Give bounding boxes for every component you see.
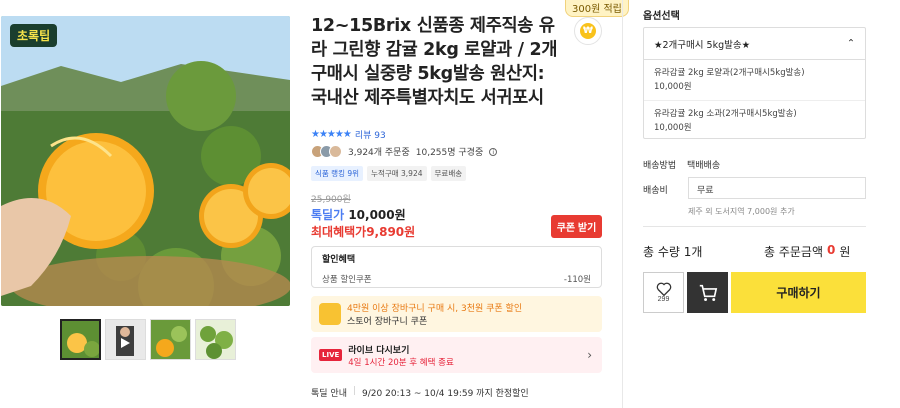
deal-notice-label: 톡딜 안내 xyxy=(311,389,347,399)
deal-notice-period: 9/20 20:13 ~ 10/4 19:59 까지 한정할인 xyxy=(362,389,529,399)
discount-box: 할인혜택 상품 할인쿠폰 -110원 xyxy=(311,246,602,288)
heart-icon xyxy=(656,282,671,296)
discount-heading: 할인혜택 xyxy=(322,255,356,265)
original-price: 25,900원 xyxy=(311,195,351,205)
max-benefit-value: 9,890원 xyxy=(366,225,416,239)
chips-row: 식품 랭킹 9위 누적구매 3,924 무료배송 xyxy=(311,166,467,181)
total-price-unit: 원 xyxy=(839,245,851,259)
total-price: 총 주문금액 0 원 xyxy=(764,243,850,260)
cart-promo-sub: 스토어 장바구니 쿠폰 xyxy=(347,317,428,327)
coupon-icon xyxy=(319,303,341,325)
panel-divider xyxy=(622,0,623,408)
get-coupon-button[interactable]: 쿠폰 받기 xyxy=(551,215,602,238)
total-price-value: 0 xyxy=(827,243,836,257)
total-quantity: 총 수량 1개 xyxy=(643,243,702,260)
info-icon[interactable]: i xyxy=(489,147,498,156)
option-dropdown[interactable]: ★2개구매시 5kg발송★ ⌃ 유라감귤 2kg 로얄과(2개구매시5kg발송)… xyxy=(643,27,866,139)
jeju-extra-fee-note: 제주 외 도서지역 7,000원 추가 xyxy=(688,207,795,216)
viewer-count: 10,255명 구경중 xyxy=(415,148,484,158)
deal-price-value: 10,000원 xyxy=(348,208,406,222)
option-selected-label: ★2개구매시 5kg발송★ xyxy=(654,39,751,51)
shipping-fee-row: 배송비 xyxy=(643,183,687,196)
shipping-method-label: 배송방법 xyxy=(643,161,677,171)
ranking-chip[interactable]: 식품 랭킹 9위 xyxy=(311,166,364,181)
order-count: 3,924개 주문중 xyxy=(348,148,410,158)
option-item-price: 10,000원 xyxy=(654,123,692,133)
total-quantity-label: 총 수량 xyxy=(643,245,680,259)
coin-icon: ₩ xyxy=(580,23,596,39)
arrow-right-icon: › xyxy=(587,348,592,362)
option-item[interactable]: 유라감귤 2kg 로얄과(2개구매시5kg발송) 10,000원 xyxy=(644,60,865,100)
thumbnail-2[interactable] xyxy=(105,319,146,360)
buyer-avatars xyxy=(311,145,342,158)
wishlist-count: 299 xyxy=(657,296,670,303)
thumbnail-3[interactable] xyxy=(150,319,191,360)
live-replay-banner[interactable]: LIVE 라이브 다시보기 4일 1시간 20분 후 혜택 종료 › xyxy=(311,337,602,373)
cart-coupon-promo[interactable]: 4만원 이상 장바구니 구매 시, 3천원 쿠폰 할인 스토어 장바구니 쿠폰 xyxy=(311,296,602,332)
free-shipping-chip: 무료배송 xyxy=(430,166,467,181)
total-quantity-value: 1개 xyxy=(683,245,703,259)
discount-item: 상품 할인쿠폰 xyxy=(322,275,372,285)
option-selected[interactable]: ★2개구매시 5kg발송★ ⌃ xyxy=(644,28,865,60)
deal-price-label: 톡딜가 xyxy=(311,208,345,222)
cumulative-purchase-chip: 누적구매 3,924 xyxy=(367,166,427,181)
buy-now-button[interactable]: 구매하기 xyxy=(731,272,866,313)
rating-row: ★★★★★ 리뷰 93 xyxy=(311,128,386,141)
rating-stars: ★★★★★ xyxy=(311,129,352,140)
review-count-link[interactable]: 리뷰 93 xyxy=(355,128,386,141)
option-item-name: 유라감귤 2kg 로얄과(2개구매시5kg발송) xyxy=(654,68,805,78)
divider xyxy=(643,226,866,227)
option-select-title: 옵션선택 xyxy=(643,11,680,22)
add-to-cart-button[interactable] xyxy=(687,272,728,313)
option-item[interactable]: 유라감귤 2kg 소과(2개구매시5kg발송) 10,000원 xyxy=(644,100,865,141)
shipping-fee-field: 무료 xyxy=(688,177,866,199)
discount-amount: -110원 xyxy=(563,275,591,285)
option-item-name: 유라감귤 2kg 소과(2개구매시5kg발송) xyxy=(654,109,797,119)
option-item-price: 10,000원 xyxy=(654,82,692,92)
thumbnail-1[interactable] xyxy=(60,319,101,360)
cart-promo-headline: 4만원 이상 장바구니 구매 시, 3천원 쿠폰 할인 xyxy=(347,304,523,314)
thumbnail-strip xyxy=(60,319,236,360)
order-stats: 3,924개 주문중 10,255명 구경중 i xyxy=(311,145,498,158)
deal-notice: 톡딜 안내 | 9/20 20:13 ~ 10/4 19:59 까지 한정할인 xyxy=(311,386,529,399)
cart-icon xyxy=(699,284,717,301)
shipping-method-row: 배송방법 택배배송 xyxy=(643,158,720,171)
shipping-method-value: 택배배송 xyxy=(687,161,721,171)
shipping-fee-label: 배송비 xyxy=(643,186,668,196)
green-tip-badge: 초록팁 xyxy=(10,24,58,47)
deal-price: 톡딜가 10,000원 xyxy=(311,206,406,223)
live-countdown: 4일 1시간 20분 후 혜택 종료 xyxy=(348,357,454,368)
point-reward-tag: 300원 적립 xyxy=(565,0,629,17)
product-main-image: 초록팁 xyxy=(1,16,290,306)
share-favorite-button[interactable]: ₩ xyxy=(574,17,602,45)
max-benefit-price: 최대혜택가9,890원 xyxy=(311,223,415,240)
max-benefit-label: 최대혜택가 xyxy=(311,225,367,239)
chevron-up-icon: ⌃ xyxy=(847,38,855,49)
thumbnail-4[interactable] xyxy=(195,319,236,360)
wishlist-button[interactable]: 299 xyxy=(643,272,684,313)
total-price-label: 총 주문금액 xyxy=(764,245,824,259)
product-title: 12~15Brix 신품종 제주직송 유라 그린향 감귤 2kg 로얄과 / 2… xyxy=(311,16,558,108)
live-title: 라이브 다시보기 xyxy=(348,345,410,356)
live-tag: LIVE xyxy=(319,349,343,361)
